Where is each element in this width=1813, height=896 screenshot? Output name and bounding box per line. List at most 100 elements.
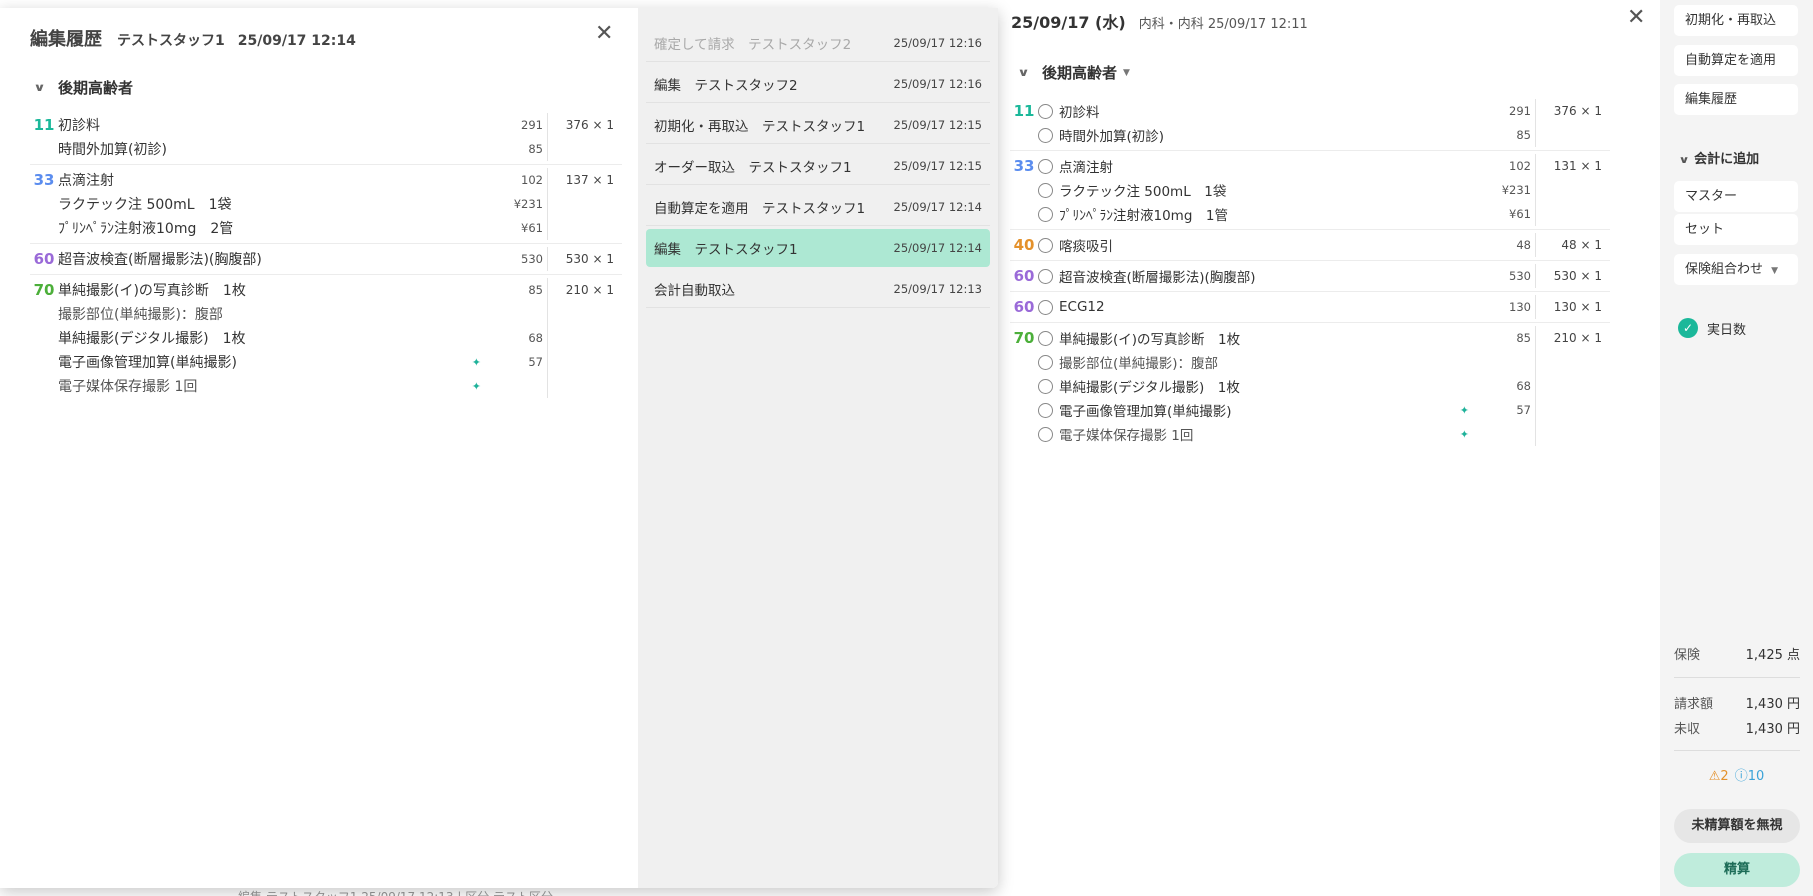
insurance-combo-label: 保険組合わせ <box>1685 262 1764 277</box>
item-row[interactable]: 喀痰吸引 48 <box>1038 233 1535 257</box>
item-radio[interactable] <box>1038 182 1053 198</box>
item-label: 撮影部位(単純撮影)：腹部 <box>58 307 223 323</box>
apply-auto-calc-button[interactable]: 自動算定を適用 <box>1674 45 1798 76</box>
warning-icon: ⚠ <box>1708 769 1721 784</box>
history-item-label: 初期化・再取込 テストスタッフ1 <box>654 118 866 135</box>
item-label: ECG12 <box>1059 299 1105 315</box>
history-item-time: 25/09/17 12:16 <box>893 76 982 91</box>
item-row[interactable]: 初診料 291 <box>1038 99 1535 123</box>
item-radio[interactable] <box>1038 206 1053 222</box>
behind-footer-text: 編集 テストスタッフ1 25/09/17 12:13 | 区分 テスト区分 <box>238 888 553 896</box>
ignore-unpaid-button[interactable]: 未精算額を無視 <box>1674 809 1800 843</box>
item-row[interactable]: ECG12 130 <box>1038 295 1535 319</box>
history-item-label: 確定して請求 テストスタッフ2 <box>654 36 852 53</box>
item-points: ¥231 <box>513 197 543 211</box>
detail-section-header[interactable]: ∨ 後期高齢者 <box>33 77 133 98</box>
item-row: 単純撮影(イ)の写真診断 1枚 85 <box>58 278 547 302</box>
item-points: 68 <box>1516 379 1531 393</box>
item-row[interactable]: 時間外加算(初診) 85 <box>1038 123 1535 147</box>
item-radio[interactable] <box>1038 158 1053 174</box>
history-item[interactable]: 会計自動取込 25/09/17 12:13 <box>646 270 990 308</box>
item-radio[interactable] <box>1038 237 1053 253</box>
item-points: 530 <box>521 252 543 266</box>
item-points: ¥61 <box>1509 207 1531 221</box>
item-label: 初診料 <box>1059 105 1100 121</box>
actual-days-checkbox[interactable]: ✓ 実日数 <box>1678 318 1746 338</box>
item-quantity: 530 × 1 <box>1535 264 1610 288</box>
bill-date: 25/09/17 (水) <box>1011 13 1126 32</box>
edit-history-button[interactable]: 編集履歴 <box>1674 84 1798 115</box>
item-quantity: 376 × 1 <box>547 113 622 161</box>
bill-section-header[interactable]: ∨ 後期高齢者 ▼ <box>1017 62 1130 83</box>
item-group: 60 ECG12 130 130 × 1 <box>1010 292 1610 323</box>
insurance-combo-select[interactable]: 保険組合わせ ▼ <box>1674 254 1798 285</box>
item-row: 電子画像管理加算(単純撮影) ✦ 57 <box>58 350 547 374</box>
item-label: 点滴注射 <box>1059 160 1113 176</box>
bill-panel: 25/09/17 (水) 内科・内科 25/09/17 12:11 ✕ ∨ 後期… <box>980 0 1660 896</box>
item-group: 70 単純撮影(イ)の写真診断 1枚 85 撮影部位(単純撮影)：腹部 単純撮影(デジタ… <box>30 275 622 401</box>
item-group: 33 点滴注射 102 ラクテック注 500mL 1袋 ¥231 ﾌﾟﾘﾝﾍﾟﾗﾝ注射液1… <box>30 165 622 244</box>
history-item[interactable]: 自動算定を適用 テストスタッフ1 25/09/17 12:14 <box>646 188 990 226</box>
item-label: 時間外加算(初診) <box>1059 129 1165 145</box>
info-icon: ⓘ <box>1734 769 1748 784</box>
item-row[interactable]: 単純撮影(イ)の写真診断 1枚 85 <box>1038 326 1535 350</box>
item-quantity: 210 × 1 <box>547 278 622 398</box>
item-label: 電子媒体保存撮影 1回 <box>1059 428 1194 444</box>
settle-button[interactable]: 精算 <box>1674 853 1800 887</box>
add-to-bill-section[interactable]: ∨ 会計に追加 <box>1678 148 1759 167</box>
item-points: 291 <box>521 118 543 132</box>
item-label: 単純撮影(デジタル撮影) 1枚 <box>1059 380 1240 396</box>
item-row[interactable]: ﾌﾟﾘﾝﾍﾟﾗﾝ注射液10mg 1管 ¥61 <box>1038 202 1535 226</box>
history-list: 確定して請求 テストスタッフ2 25/09/17 12:16 編集 テストスタッフ2… <box>638 8 998 888</box>
history-item[interactable]: 編集 テストスタッフ2 25/09/17 12:16 <box>646 65 990 103</box>
sparkle-icon: ✦ <box>1459 427 1469 441</box>
history-item-time: 25/09/17 12:14 <box>893 241 982 255</box>
item-radio[interactable] <box>1038 378 1053 394</box>
item-radio[interactable] <box>1038 402 1053 418</box>
item-row[interactable]: ラクテック注 500mL 1袋 ¥231 <box>1038 178 1535 202</box>
item-category-code: 60 <box>33 250 55 268</box>
item-category-code: 60 <box>1013 267 1035 285</box>
set-button[interactable]: セット <box>1674 214 1798 245</box>
history-item[interactable]: 確定して請求 テストスタッフ2 25/09/17 12:16 <box>646 24 990 62</box>
divider <box>1674 750 1800 751</box>
item-row[interactable]: 超音波検査(断層撮影法)(胸腹部) 530 <box>1038 264 1535 288</box>
item-radio[interactable] <box>1038 103 1053 119</box>
item-radio[interactable] <box>1038 268 1053 284</box>
modal-datetime: 25/09/17 12:14 <box>237 33 356 49</box>
bill-section-label: 後期高齢者 <box>1041 64 1117 82</box>
reset-reimport-button[interactable]: 初期化・再取込 <box>1674 5 1798 36</box>
history-item[interactable]: オーダー取込 テストスタッフ1 25/09/17 12:15 <box>646 147 990 185</box>
modal-close-icon[interactable]: ✕ <box>595 22 613 46</box>
item-quantity: 130 × 1 <box>1535 295 1610 319</box>
item-radio[interactable] <box>1038 127 1053 143</box>
master-button[interactable]: マスター <box>1674 181 1798 212</box>
item-row: ﾌﾟﾘﾝﾍﾟﾗﾝ注射液10mg 2管 ¥61 <box>58 216 547 240</box>
item-row: 単純撮影(デジタル撮影) 1枚 68 <box>58 326 547 350</box>
history-item[interactable]: 初期化・再取込 テストスタッフ1 25/09/17 12:15 <box>646 106 990 144</box>
alerts-summary[interactable]: ⚠2 ⓘ10 <box>1660 765 1813 784</box>
unpaid-amount: 未収 1,430 円 <box>1674 718 1800 737</box>
history-item[interactable]: 編集 テストスタッフ1 25/09/17 12:14 <box>646 229 990 267</box>
chevron-down-icon: ∨ <box>33 81 46 94</box>
item-points: 85 <box>528 283 543 297</box>
item-radio[interactable] <box>1038 330 1053 346</box>
item-row[interactable]: 点滴注射 102 <box>1038 154 1535 178</box>
item-row[interactable]: 電子媒体保存撮影 1回 ✦ <box>1038 422 1535 446</box>
item-row[interactable]: 撮影部位(単純撮影)：腹部 <box>1038 350 1535 374</box>
history-item-label: 自動算定を適用 テストスタッフ1 <box>654 200 866 217</box>
item-group: 60 超音波検査(断層撮影法)(胸腹部) 530 530 × 1 <box>1010 261 1610 292</box>
item-quantity: 137 × 1 <box>547 168 622 240</box>
bill-close-icon[interactable]: ✕ <box>1627 6 1645 30</box>
item-radio[interactable] <box>1038 426 1053 442</box>
item-radio[interactable] <box>1038 299 1053 315</box>
item-group: 60 超音波検査(断層撮影法)(胸腹部) 530 530 × 1 <box>30 244 622 275</box>
item-label: 超音波検査(断層撮影法)(胸腹部) <box>1059 270 1256 286</box>
item-row[interactable]: 単純撮影(デジタル撮影) 1枚 68 <box>1038 374 1535 398</box>
item-group: 11 初診料 291 時間外加算(初診) 85 376 × 1 <box>30 110 622 165</box>
item-radio[interactable] <box>1038 354 1053 370</box>
item-row[interactable]: 電子画像管理加算(単純撮影) ✦ 57 <box>1038 398 1535 422</box>
chevron-down-icon: ∨ <box>1678 155 1690 166</box>
item-quantity: 210 × 1 <box>1535 326 1610 446</box>
info-count: 10 <box>1747 769 1765 784</box>
